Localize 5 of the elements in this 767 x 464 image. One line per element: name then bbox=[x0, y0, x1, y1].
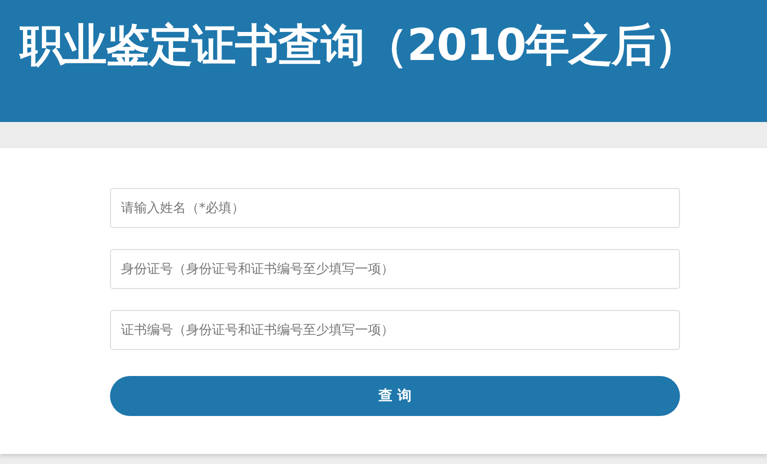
input-field[interactable]: 请输入姓名（*必填） bbox=[110, 188, 680, 228]
search-button[interactable]: 查 询 bbox=[110, 376, 680, 416]
input-field[interactable]: 身份证号（身份证号和证书编号至少填写一项） bbox=[110, 249, 680, 289]
page-title: 职业鉴定证书查询（2010年之后） bbox=[20, 19, 698, 73]
input-field[interactable]: 证书编号（身份证号和证书编号至少填写一项） bbox=[110, 310, 680, 350]
